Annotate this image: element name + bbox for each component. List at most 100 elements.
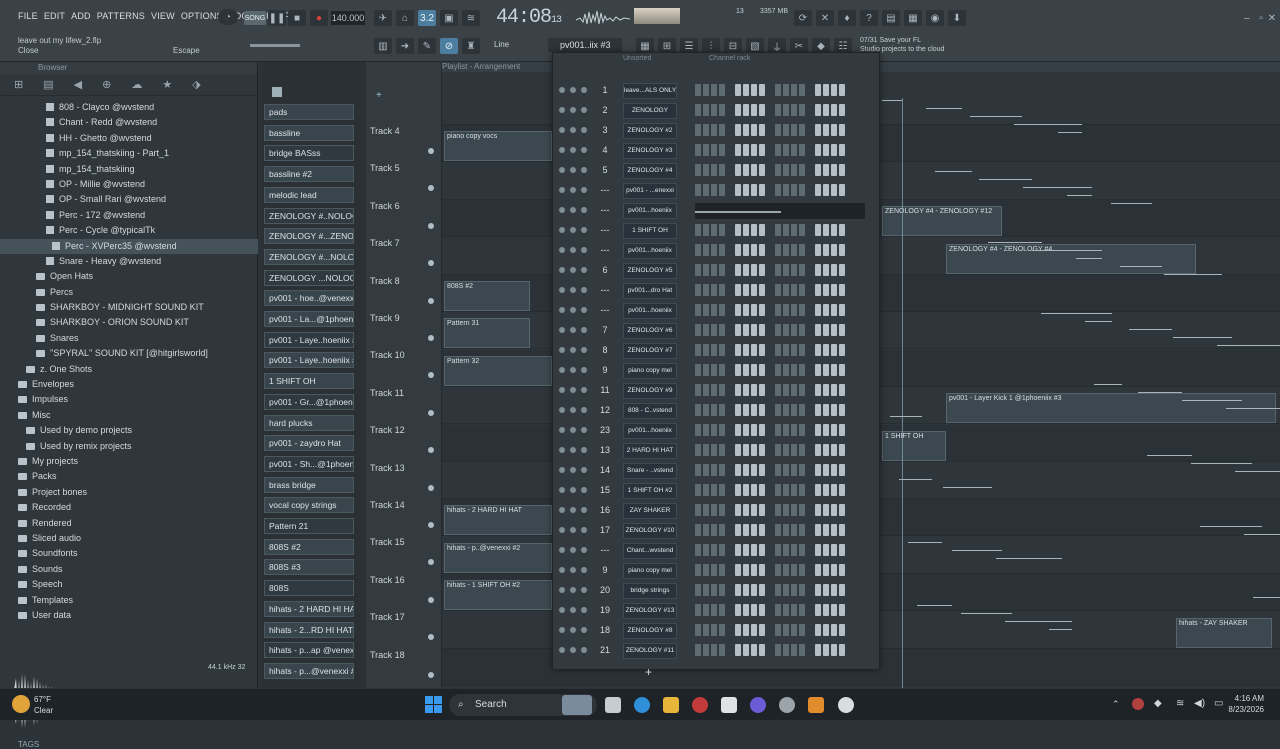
browser-file[interactable]: 808 - Clayco @wvstend xyxy=(0,100,258,115)
track-mute-led[interactable] xyxy=(428,522,434,528)
track-header[interactable]: Track 14 xyxy=(370,500,440,536)
step-button[interactable] xyxy=(751,544,757,556)
recording-icon[interactable]: ◔ xyxy=(218,9,238,25)
channel-name-button[interactable]: ZAY SHAKER xyxy=(623,503,677,519)
pattern-item[interactable]: pv001 - hoe..@venexxi xyxy=(264,290,354,307)
step-button[interactable] xyxy=(695,104,701,116)
step-button[interactable] xyxy=(759,524,765,536)
mixer-icon[interactable]: ✕ xyxy=(816,10,834,26)
track-mute-led[interactable] xyxy=(428,335,434,341)
step-button[interactable] xyxy=(775,424,781,436)
step-button[interactable] xyxy=(735,424,741,436)
step-button[interactable] xyxy=(783,564,789,576)
chrome-icon[interactable] xyxy=(838,697,854,713)
step-button[interactable] xyxy=(815,444,821,456)
pattern-item[interactable]: 808S #2 xyxy=(264,538,354,555)
step-button[interactable] xyxy=(759,404,765,416)
track-header[interactable]: Track 17 xyxy=(370,612,440,648)
playlist-clip[interactable]: ZENOLOGY #4 - ZENOLOGY #12 xyxy=(882,206,1002,237)
step-button[interactable] xyxy=(799,324,805,336)
step-button[interactable] xyxy=(751,144,757,156)
step-button[interactable] xyxy=(775,244,781,256)
step-button[interactable] xyxy=(799,544,805,556)
clock[interactable]: 4:16 AM 8/23/2026 xyxy=(1228,693,1264,715)
step-button[interactable] xyxy=(791,484,797,496)
step-sequencer[interactable] xyxy=(695,144,845,156)
step-button[interactable] xyxy=(839,344,845,356)
step-button[interactable] xyxy=(839,644,845,656)
step-button[interactable] xyxy=(823,104,829,116)
step-button[interactable] xyxy=(783,224,789,236)
playlist-clip[interactable]: ZENOLOGY #4 - ZENOLOGY #4 xyxy=(946,243,1196,274)
step-button[interactable] xyxy=(799,184,805,196)
channel-row[interactable]: 19 ZENOLOGY #13 xyxy=(553,601,879,621)
step-button[interactable] xyxy=(719,424,725,436)
step-button[interactable] xyxy=(719,344,725,356)
tag-icon[interactable]: ⬗ xyxy=(192,78,200,91)
step-button[interactable] xyxy=(775,124,781,136)
step-button[interactable] xyxy=(783,324,789,336)
tray-app2-icon[interactable]: ◆ xyxy=(1154,698,1162,709)
playlist-clip[interactable]: hihats - p..@venexxi #2 xyxy=(444,542,552,573)
step-button[interactable] xyxy=(799,124,805,136)
menu-item-edit[interactable]: EDIT xyxy=(44,11,65,21)
play-button[interactable]: ❚❚ xyxy=(268,10,286,26)
channel-controls[interactable] xyxy=(559,287,593,293)
step-button[interactable] xyxy=(783,124,789,136)
step-button[interactable] xyxy=(783,404,789,416)
step-button[interactable] xyxy=(743,284,749,296)
step-button[interactable] xyxy=(799,464,805,476)
step-button[interactable] xyxy=(823,404,829,416)
loop-record-icon[interactable]: ⌂ xyxy=(396,10,414,26)
step-button[interactable] xyxy=(799,144,805,156)
step-button[interactable] xyxy=(839,564,845,576)
step-button[interactable] xyxy=(775,444,781,456)
browser-folder[interactable]: Envelopes xyxy=(0,377,258,392)
channel-name-button[interactable]: pv001...hoeniix xyxy=(623,423,677,439)
help-icon[interactable]: ? xyxy=(860,10,878,26)
menu-item-patterns[interactable]: PATTERNS xyxy=(97,11,145,21)
step-button[interactable] xyxy=(799,564,805,576)
step-button[interactable] xyxy=(711,444,717,456)
step-button[interactable] xyxy=(695,224,701,236)
step-button[interactable] xyxy=(831,224,837,236)
step-sequencer[interactable] xyxy=(695,524,845,536)
track-header[interactable]: Track 15 xyxy=(370,537,440,573)
step-button[interactable] xyxy=(831,604,837,616)
step-button[interactable] xyxy=(799,104,805,116)
step-button[interactable] xyxy=(751,364,757,376)
step-button[interactable] xyxy=(839,424,845,436)
step-button[interactable] xyxy=(719,184,725,196)
step-sequencer[interactable] xyxy=(695,284,845,296)
step-sequencer[interactable] xyxy=(695,224,845,236)
step-button[interactable] xyxy=(735,344,741,356)
step-sequencer[interactable] xyxy=(695,304,845,316)
link-icon[interactable]: ⊘ xyxy=(440,38,458,54)
track-mute-led[interactable] xyxy=(428,634,434,641)
weather-widget[interactable]: 67°F Clear xyxy=(34,694,53,716)
step-button[interactable] xyxy=(823,264,829,276)
mixer-track-number[interactable]: --- xyxy=(593,545,617,555)
channel-row[interactable]: 7 ZENOLOGY #6 xyxy=(553,321,879,341)
step-button[interactable] xyxy=(823,464,829,476)
menu-item-add[interactable]: ADD xyxy=(71,11,91,21)
step-button[interactable] xyxy=(831,464,837,476)
mixer-track-number[interactable]: 1 xyxy=(593,85,617,95)
step-sequencer[interactable] xyxy=(695,424,845,436)
step-button[interactable] xyxy=(743,84,749,96)
channel-row[interactable]: --- pv001...hoeniix xyxy=(553,201,879,221)
step-button[interactable] xyxy=(703,124,709,136)
step-button[interactable] xyxy=(703,164,709,176)
pattern-item[interactable]: pads xyxy=(264,104,354,120)
microphone-icon[interactable]: ♦ xyxy=(838,10,856,26)
step-button[interactable] xyxy=(831,344,837,356)
step-button[interactable] xyxy=(743,624,749,636)
step-button[interactable] xyxy=(703,504,709,516)
step-button[interactable] xyxy=(783,344,789,356)
step-sequencer[interactable] xyxy=(695,184,845,196)
step-button[interactable] xyxy=(791,584,797,596)
step-button[interactable] xyxy=(719,264,725,276)
channel-name-button[interactable]: ZENOLOGY #11 xyxy=(623,643,677,659)
step-button[interactable] xyxy=(743,424,749,436)
step-button[interactable] xyxy=(711,264,717,276)
